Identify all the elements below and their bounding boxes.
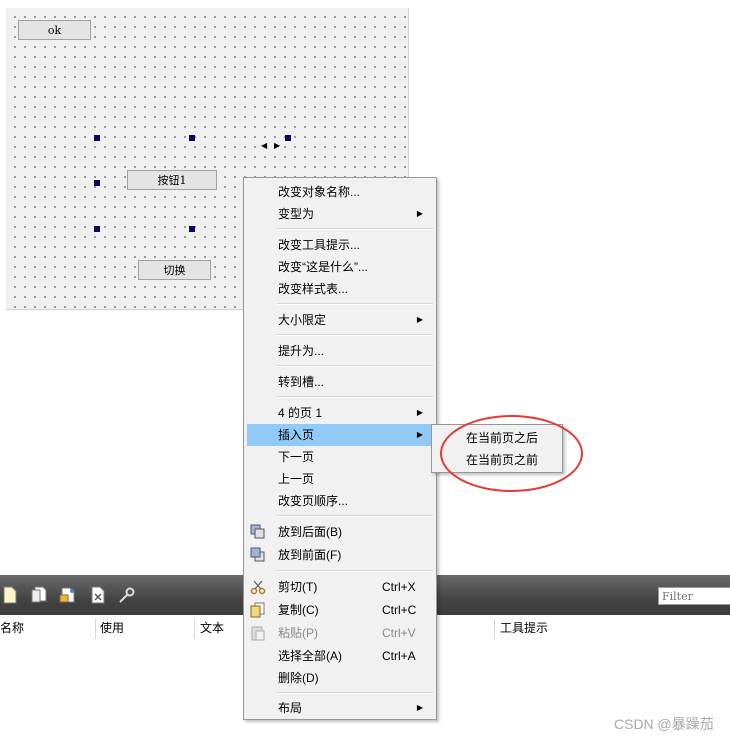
menu-item-change-page-order[interactable]: 改变页顺序... — [247, 490, 433, 512]
menu-item-label: 4 的页 1 — [278, 406, 323, 420]
send-back-icon — [250, 524, 266, 540]
menu-item-change-whats-this[interactable]: 改变“这是什么”... — [247, 256, 433, 278]
paste-icon — [250, 625, 266, 641]
column-header-used[interactable]: 使用 — [100, 616, 124, 640]
selection-handle[interactable] — [285, 135, 291, 141]
menu-item-label: 改变工具提示... — [278, 238, 361, 252]
shortcut-label: Ctrl+C — [382, 603, 417, 617]
column-header-text[interactable]: 文本 — [200, 616, 224, 640]
menu-separator — [277, 570, 433, 572]
menu-item-label: 上一页 — [278, 472, 315, 486]
submenu-arrow-icon: ▶ — [416, 703, 423, 712]
menu-item-change-tooltip[interactable]: 改变工具提示... — [247, 234, 433, 256]
menu-item-go-to-slot[interactable]: 转到槽... — [247, 371, 433, 393]
ok-button[interactable]: ok — [18, 20, 91, 40]
menu-separator — [277, 515, 433, 517]
menu-item-bring-to-front[interactable]: 放到前面(F) — [247, 544, 433, 566]
selection-handle[interactable] — [94, 226, 100, 232]
menu-item-label: 改变“这是什么”... — [278, 260, 368, 274]
menu-item-label: 放到前面(F) — [278, 548, 342, 562]
menu-separator — [277, 228, 433, 230]
menu-item-label: 剪切(T) — [278, 580, 318, 594]
menu-item-label: 选择全部(A) — [278, 649, 342, 663]
submenu-arrow-icon: ▶ — [416, 209, 423, 218]
menu-separator — [277, 692, 433, 694]
filter-input[interactable] — [658, 587, 730, 605]
menu-item-size-constraints[interactable]: 大小限定 ▶ — [247, 309, 433, 331]
shortcut-label: Ctrl+V — [382, 626, 416, 640]
menu-item-morph-into[interactable]: 变型为 ▶ — [247, 203, 433, 225]
menu-separator — [277, 396, 433, 398]
menu-item-label: 布局 — [278, 701, 303, 715]
menu-item-label: 放到后面(B) — [278, 525, 342, 539]
selection-handle[interactable] — [94, 180, 100, 186]
red-annotation-circle — [440, 415, 583, 492]
selection-handle[interactable] — [189, 135, 195, 141]
selection-handle[interactable] — [189, 226, 195, 232]
menu-separator — [277, 303, 433, 305]
menu-separator — [277, 365, 433, 367]
delete-icon[interactable] — [88, 585, 108, 605]
menu-item-promote-to[interactable]: 提升为... — [247, 340, 433, 362]
menu-item-copy[interactable]: 复制(C) Ctrl+C — [247, 599, 433, 621]
menu-item-previous-page[interactable]: 上一页 — [247, 468, 433, 490]
open-icon[interactable] — [58, 585, 78, 605]
menu-item-cut[interactable]: 剪切(T) Ctrl+X — [247, 576, 433, 598]
shortcut-label: Ctrl+X — [382, 580, 416, 594]
menu-item-next-page[interactable]: 下一页 — [247, 446, 433, 468]
column-header-name[interactable]: 名称 — [0, 616, 24, 640]
watermark: CSDN @暴躁茄 — [614, 716, 714, 732]
new-action-icon[interactable] — [0, 585, 20, 605]
menu-item-select-all[interactable]: 选择全部(A) Ctrl+A — [247, 645, 433, 667]
menu-item-label: 改变对象名称... — [278, 185, 361, 199]
menu-item-label: 提升为... — [278, 344, 325, 358]
column-divider[interactable] — [95, 619, 96, 639]
selection-handle[interactable] — [94, 135, 100, 141]
wrench-icon[interactable] — [117, 585, 137, 605]
menu-item-change-object-name[interactable]: 改变对象名称... — [247, 181, 433, 203]
column-header-tooltip[interactable]: 工具提示 — [500, 616, 548, 640]
submenu-arrow-icon: ▶ — [416, 430, 423, 439]
menu-item-label: 粘贴(P) — [278, 626, 318, 640]
menu-item-label: 复制(C) — [278, 603, 319, 617]
menu-item-label: 大小限定 — [278, 313, 327, 327]
menu-separator — [277, 334, 433, 336]
page-prev-arrow-icon[interactable]: ◀ — [261, 142, 267, 150]
menu-item-change-stylesheet[interactable]: 改变样式表... — [247, 278, 433, 300]
column-divider[interactable] — [194, 619, 195, 639]
copy-action-icon[interactable] — [29, 585, 49, 605]
context-menu: 改变对象名称... 变型为 ▶ 改变工具提示... 改变“这是什么”... 改变样… — [243, 177, 437, 720]
menu-item-send-to-back[interactable]: 放到后面(B) — [247, 521, 433, 543]
menu-item-label: 删除(D) — [278, 671, 319, 685]
column-divider[interactable] — [494, 619, 495, 639]
menu-item-label: 改变页顺序... — [278, 494, 349, 508]
menu-item-label: 插入页 — [278, 428, 315, 442]
menu-item-paste[interactable]: 粘贴(P) Ctrl+V — [247, 622, 433, 644]
menu-item-delete[interactable]: 删除(D) — [247, 667, 433, 689]
menu-item-layout[interactable]: 布局 ▶ — [247, 697, 433, 719]
scissors-icon — [250, 579, 266, 595]
submenu-arrow-icon: ▶ — [416, 315, 423, 324]
bring-front-icon — [250, 547, 266, 563]
switch-button[interactable]: 切换 — [138, 260, 211, 280]
page-next-arrow-icon[interactable]: ▶ — [274, 142, 280, 150]
copy-icon — [250, 602, 266, 618]
menu-item-label: 改变样式表... — [278, 282, 349, 296]
button1[interactable]: 按钮1 — [127, 170, 217, 190]
submenu-arrow-icon: ▶ — [416, 408, 423, 417]
menu-item-insert-page[interactable]: 插入页 ▶ — [247, 424, 433, 446]
menu-item-page-of[interactable]: 4 的页 1 ▶ — [247, 402, 433, 424]
menu-item-label: 下一页 — [278, 450, 315, 464]
menu-item-label: 转到槽... — [278, 375, 325, 389]
shortcut-label: Ctrl+A — [382, 649, 416, 663]
menu-item-label: 变型为 — [278, 207, 315, 221]
